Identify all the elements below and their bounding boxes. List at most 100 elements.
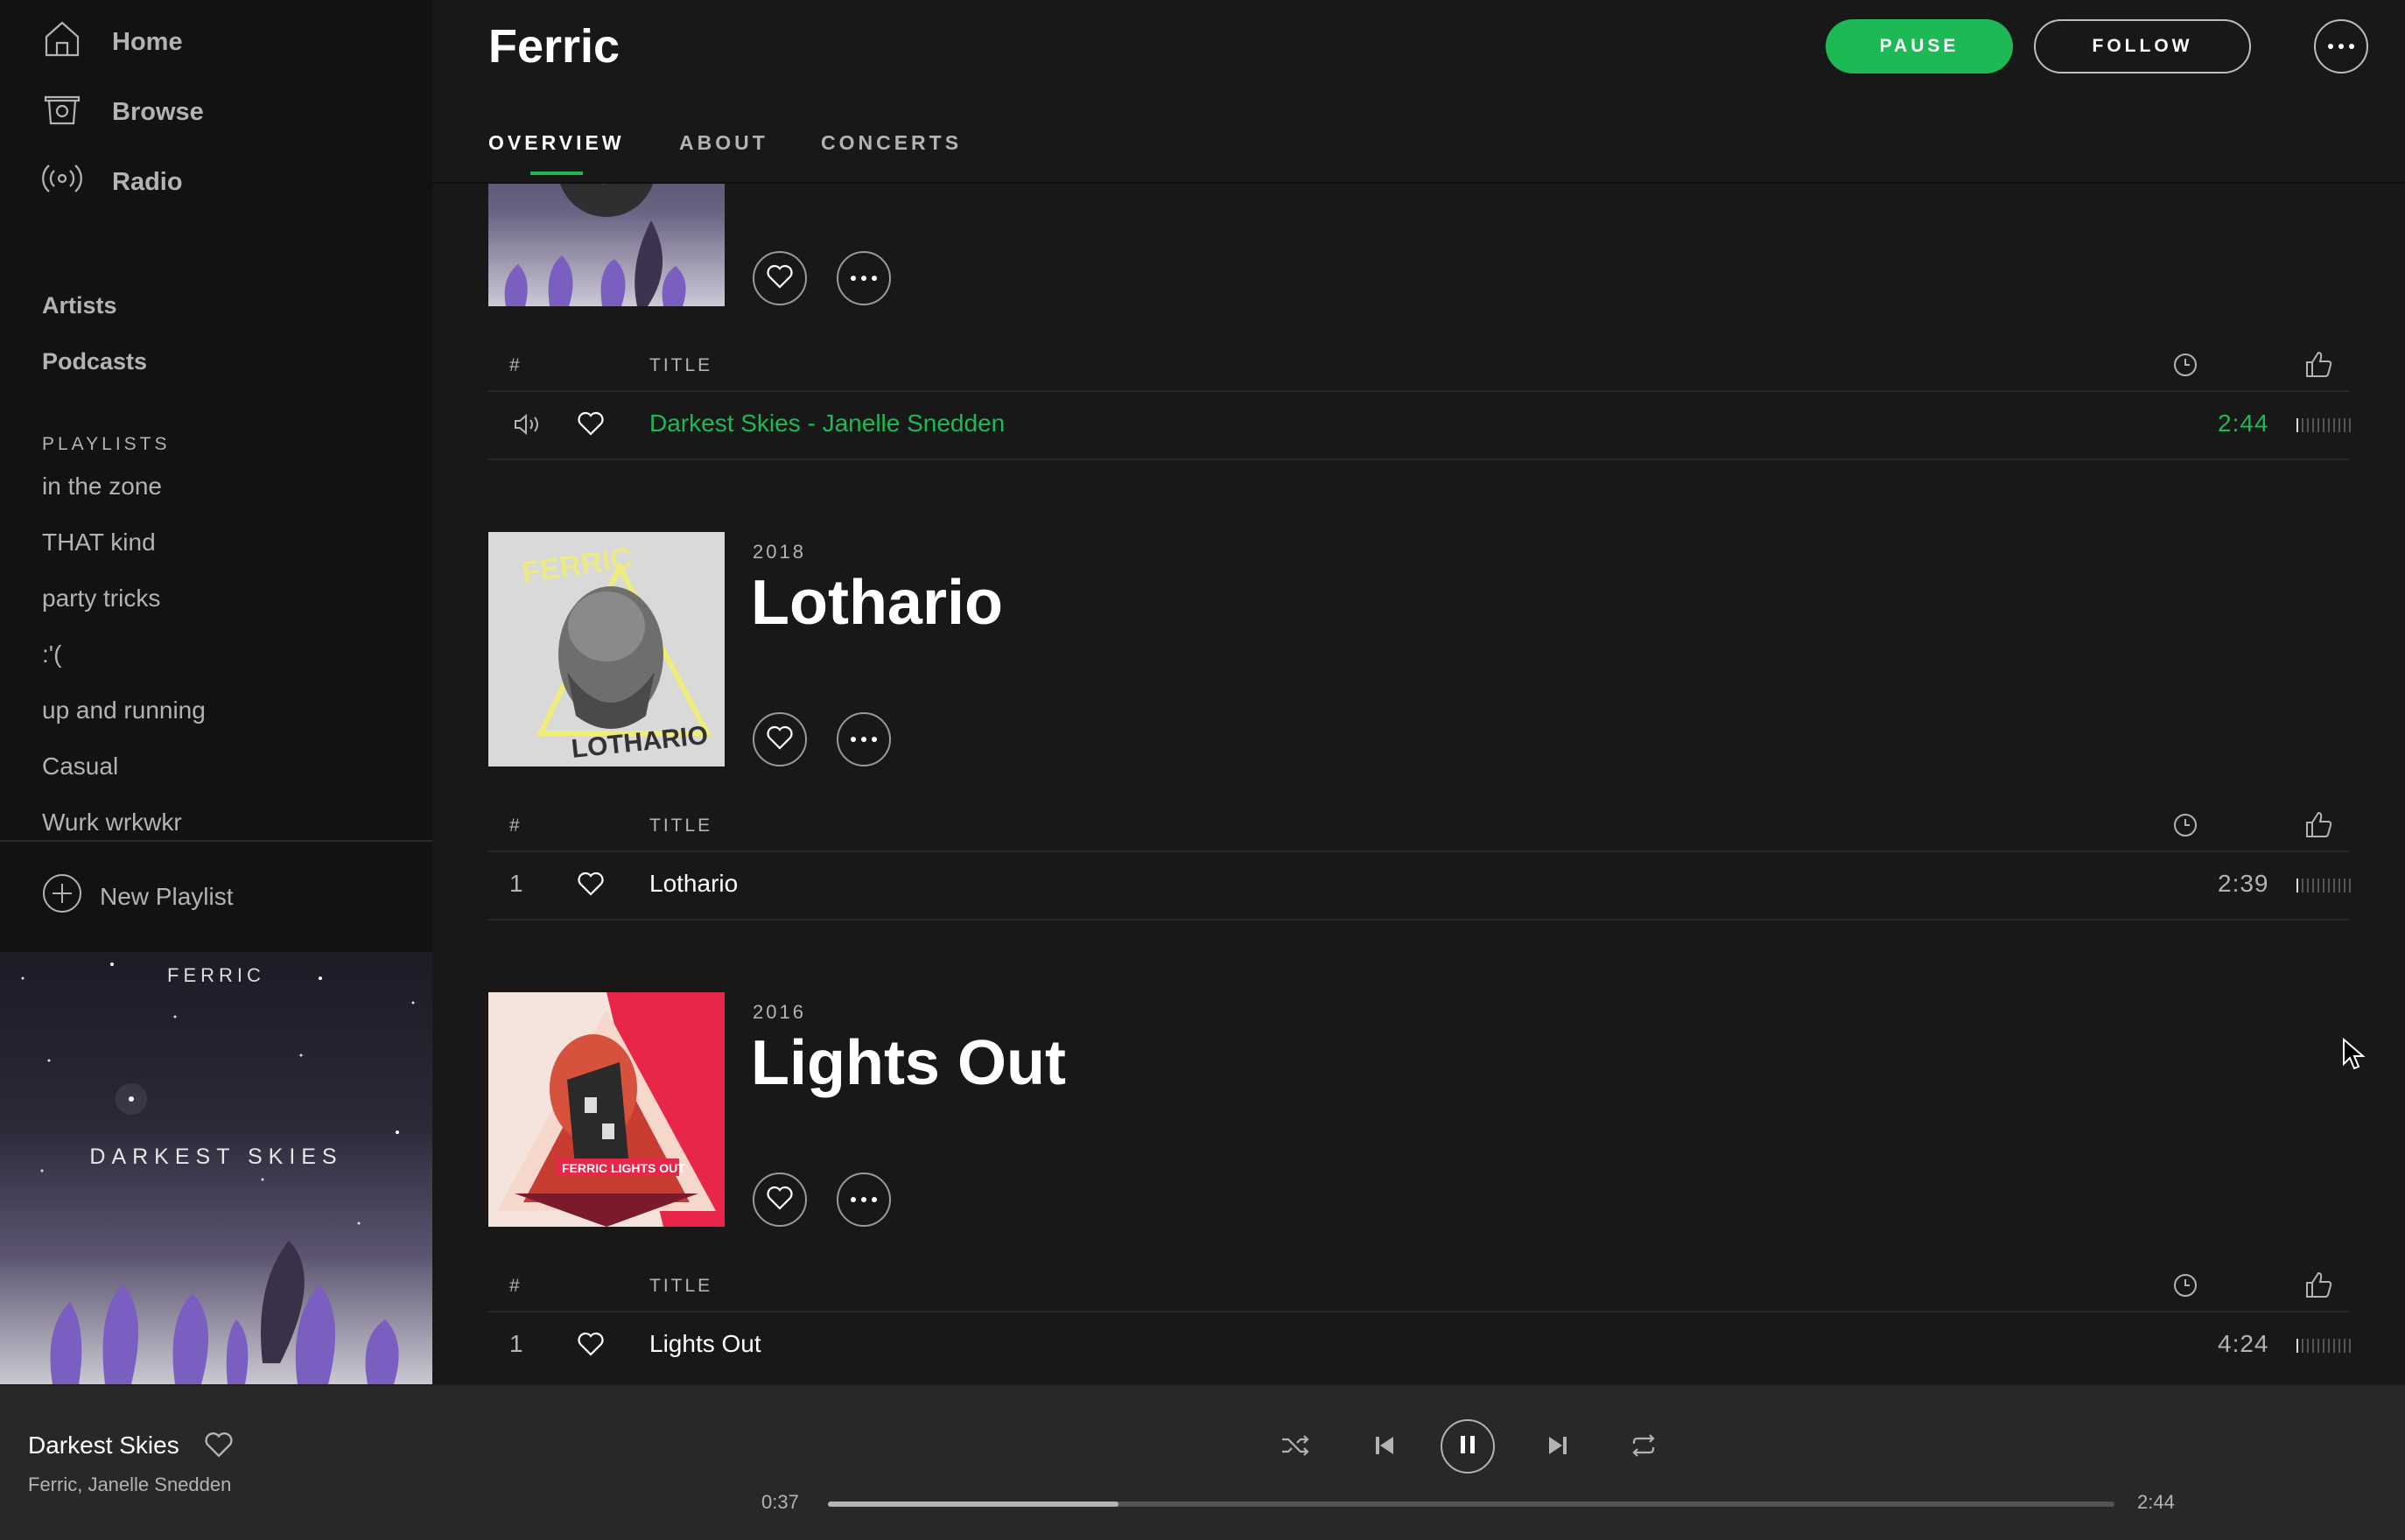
shuffle-button[interactable] bbox=[1280, 1432, 1311, 1463]
album-more-button[interactable] bbox=[837, 1172, 891, 1227]
main-content: # TITLE Darkest Skies - Janelle Snedden … bbox=[432, 0, 2405, 1384]
repeat-icon bbox=[1629, 1433, 1658, 1462]
playlist-item[interactable]: in the zone bbox=[42, 472, 162, 500]
row-divider bbox=[488, 1311, 2349, 1312]
plus-circle-icon bbox=[42, 873, 82, 920]
track-title[interactable]: Lights Out bbox=[649, 1330, 761, 1358]
cover-art-artist: FERRIC bbox=[167, 964, 265, 986]
now-playing-artist[interactable]: Ferric, Janelle Snedden bbox=[28, 1474, 231, 1496]
playlist-item[interactable]: party tricks bbox=[42, 584, 160, 612]
row-divider bbox=[488, 458, 2349, 460]
track-title[interactable]: Lothario bbox=[649, 870, 738, 898]
clock-icon bbox=[2172, 352, 2198, 382]
speaker-small-icon bbox=[513, 413, 543, 440]
album-title[interactable]: Lights Out bbox=[751, 1027, 1066, 1099]
track-number: 1 bbox=[509, 1330, 523, 1357]
cover-title-text: FERRIC LIGHTS OUT bbox=[562, 1161, 685, 1175]
track-title[interactable]: Darkest Skies - Janelle Snedden bbox=[649, 410, 1005, 438]
album-year: 2016 bbox=[753, 1001, 806, 1023]
previous-button[interactable] bbox=[1369, 1432, 1400, 1463]
nav-browse-label: Browse bbox=[112, 97, 204, 126]
tab-concerts[interactable]: CONCERTS bbox=[821, 131, 962, 155]
more-icon bbox=[2327, 38, 2355, 54]
column-num: # bbox=[509, 816, 522, 836]
column-num: # bbox=[509, 355, 522, 375]
playlist-item[interactable]: :'( bbox=[42, 640, 61, 668]
column-title[interactable]: TITLE bbox=[649, 816, 712, 836]
lothario-cover-art: FERRIC LOTHARIO bbox=[488, 532, 725, 766]
album-title[interactable]: Lothario bbox=[751, 567, 1003, 639]
cover-art-title: DARKEST SKIES bbox=[89, 1144, 343, 1169]
mouse-cursor-icon bbox=[2342, 1037, 2366, 1075]
now-playing-title[interactable]: Darkest Skies bbox=[28, 1432, 179, 1460]
more-icon bbox=[850, 270, 878, 286]
heart-icon bbox=[767, 264, 793, 293]
elapsed-time: 0:37 bbox=[761, 1491, 799, 1513]
skip-forward-icon bbox=[1547, 1435, 1568, 1460]
now-playing-heart-icon[interactable] bbox=[205, 1432, 233, 1462]
new-playlist-label: New Playlist bbox=[100, 882, 234, 910]
heart-icon bbox=[767, 1186, 793, 1214]
tab-overview[interactable]: OVERVIEW bbox=[488, 131, 625, 155]
save-album-button[interactable] bbox=[753, 1172, 807, 1227]
album-cover[interactable]: FERRIC LIGHTS OUT bbox=[488, 992, 725, 1227]
follow-button[interactable]: FOLLOW bbox=[2034, 19, 2251, 74]
track-heart-icon[interactable] bbox=[578, 872, 604, 900]
album-more-button[interactable] bbox=[837, 712, 891, 766]
playlist-item[interactable]: Casual bbox=[42, 752, 118, 780]
column-title[interactable]: TITLE bbox=[649, 355, 712, 376]
track-heart-icon[interactable] bbox=[578, 411, 604, 440]
track-heart-icon[interactable] bbox=[578, 1332, 604, 1361]
home-icon bbox=[42, 18, 82, 66]
library-artists[interactable]: Artists bbox=[42, 292, 117, 319]
playlist-item[interactable]: up and running bbox=[42, 696, 206, 724]
nav-radio[interactable]: Radio bbox=[42, 154, 183, 210]
thumbs-up-icon bbox=[2303, 1270, 2333, 1303]
artist-title: Ferric bbox=[488, 20, 621, 73]
thumbs-up-icon bbox=[2303, 810, 2333, 843]
thumbs-up-icon bbox=[2303, 350, 2333, 382]
new-playlist-button[interactable]: New Playlist bbox=[42, 873, 233, 920]
playlist-item[interactable]: Wurk wrkwkr bbox=[42, 808, 182, 836]
sidebar: Home Browse Radio Artists Podcasts PLAYL… bbox=[0, 0, 432, 1384]
active-tab-indicator bbox=[530, 172, 583, 175]
nav-home[interactable]: Home bbox=[42, 14, 183, 70]
artist-header: Ferric PAUSE FOLLOW OVERVIEW ABOUT CONCE… bbox=[432, 0, 2405, 184]
player-bar: Darkest Skies Ferric, Janelle Snedden 0:… bbox=[0, 1384, 2405, 1540]
album-cover[interactable]: FERRIC LOTHARIO bbox=[488, 532, 725, 766]
playlists-header: PLAYLISTS bbox=[42, 434, 171, 454]
play-pause-button[interactable] bbox=[1441, 1419, 1495, 1474]
row-divider bbox=[488, 919, 2349, 920]
track-duration: 4:24 bbox=[2218, 1330, 2269, 1357]
pause-icon bbox=[1459, 1434, 1476, 1460]
nav-home-label: Home bbox=[112, 27, 183, 56]
track-number: 1 bbox=[509, 870, 523, 897]
save-album-button[interactable] bbox=[753, 712, 807, 766]
more-icon bbox=[850, 732, 878, 747]
total-time: 2:44 bbox=[2137, 1491, 2175, 1513]
track-duration: 2:39 bbox=[2218, 870, 2269, 897]
save-album-button[interactable] bbox=[753, 251, 807, 305]
playlist-item[interactable]: THAT kind bbox=[42, 528, 156, 556]
album-more-button[interactable] bbox=[837, 251, 891, 305]
pause-button[interactable]: PAUSE bbox=[1826, 19, 2013, 74]
popularity-bar bbox=[2296, 878, 2351, 892]
library-podcasts[interactable]: Podcasts bbox=[42, 348, 147, 375]
column-title[interactable]: TITLE bbox=[649, 1276, 712, 1297]
sidebar-divider bbox=[0, 840, 432, 842]
nav-browse[interactable]: Browse bbox=[42, 84, 204, 140]
column-num: # bbox=[509, 1276, 522, 1296]
shuffle-icon bbox=[1280, 1434, 1310, 1461]
heart-icon bbox=[767, 725, 793, 754]
track-duration: 2:44 bbox=[2218, 410, 2269, 437]
repeat-button[interactable] bbox=[1628, 1432, 1659, 1463]
progress-bar[interactable] bbox=[828, 1502, 2114, 1507]
next-button[interactable] bbox=[1542, 1432, 1574, 1463]
skip-back-icon bbox=[1374, 1435, 1395, 1460]
now-playing-cover-art[interactable]: FERRIC DARKEST SKIES bbox=[0, 952, 432, 1384]
tab-about[interactable]: ABOUT bbox=[679, 131, 768, 155]
browse-icon bbox=[42, 88, 82, 136]
artist-more-button[interactable] bbox=[2314, 19, 2368, 74]
progress-fill bbox=[828, 1502, 1119, 1507]
row-divider bbox=[488, 390, 2349, 392]
